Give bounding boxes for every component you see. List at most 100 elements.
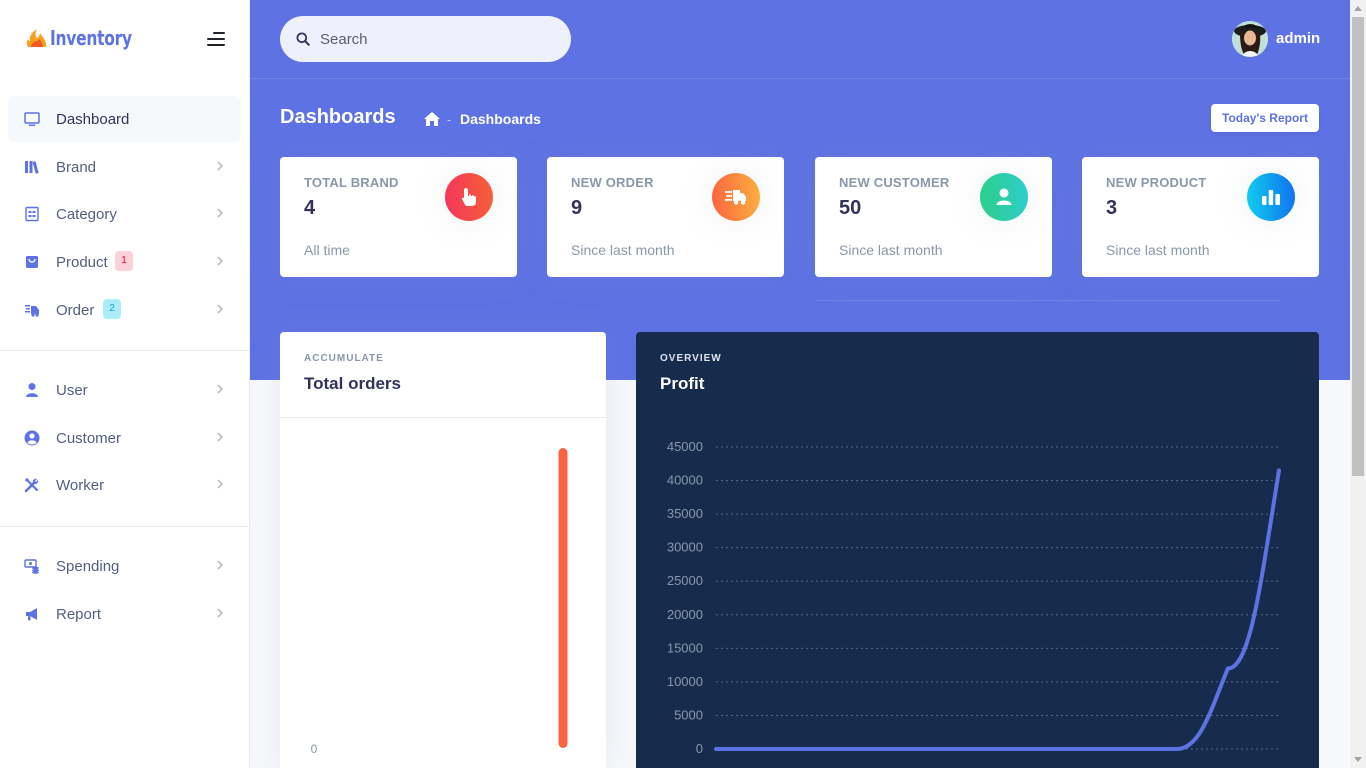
sidebar-item-label: Dashboard [56,110,130,128]
topbar-divider [250,78,1350,79]
chevron-right-icon [217,161,223,171]
scrollbar-thumb[interactable] [1352,17,1364,476]
stat-title: NEW CUSTOMER [839,175,950,190]
sidebar-item-dashboard[interactable]: Dashboard [8,96,241,142]
todays-report-button[interactable]: Today's Report [1211,104,1319,132]
app-name: Inventory [50,26,132,50]
stat-subtitle: Since last month [571,242,675,258]
user-avatar-image [1232,21,1268,57]
chevron-right-icon [217,384,223,394]
product-count-badge: 1 [115,251,133,271]
header-divider [815,300,1281,301]
stat-title: NEW PRODUCT [1106,175,1207,190]
sidebar-item-label: Spending [56,557,120,575]
sidebar-item-product[interactable]: Product 1 [8,239,241,285]
sidebar-divider [0,526,249,527]
sidebar-toggle-icon[interactable] [207,32,225,46]
money-icon [24,559,39,574]
avatar[interactable] [1232,21,1268,57]
y-tick-label: 20000 [667,607,703,622]
total-orders-card: ACCUMULATE Total orders 0 [280,332,606,768]
card-eyebrow: ACCUMULATE [304,353,384,364]
y-tick-label: 15000 [667,640,703,655]
sidebar-item-label: Order [56,301,95,319]
sidebar-item-label: User [56,381,88,399]
hand-pointer-icon [445,173,493,221]
stat-value: 3 [1106,197,1118,219]
chevron-right-icon [217,560,223,570]
breadcrumb[interactable]: Dashboards [460,111,541,127]
stat-value: 50 [839,197,862,219]
stat-card-new-order: NEW ORDER 9 Since last month [547,157,784,277]
bar-chart-icon [1247,173,1295,221]
stat-value: 4 [304,197,316,219]
stat-title: NEW ORDER [571,175,654,190]
home-icon[interactable] [424,112,440,126]
profit-card: OVERVIEW Profit 0 5000 10000 15000 20000 2500… [636,332,1319,768]
sidebar-item-label: Brand [56,158,97,176]
chevron-right-icon [217,608,223,618]
search-box[interactable] [280,16,571,62]
page-title: Dashboards [280,106,396,128]
user-circle-icon [24,430,40,446]
sidebar-divider [0,350,249,351]
breadcrumb-separator: - [447,112,452,127]
y-tick-label: 5000 [674,707,703,722]
stat-card-total-brand: TOTAL BRAND 4 All time [280,157,517,277]
category-icon [25,206,39,222]
sidebar-item-label: Category [56,205,117,223]
scroll-down-arrow-icon[interactable] [1354,757,1362,762]
scroll-up-arrow-icon[interactable] [1354,6,1362,11]
profit-chart: 0 5000 10000 15000 20000 25000 30000 35000 40000… [667,439,1281,756]
chevron-right-icon [217,304,223,314]
y-tick-label: 40000 [667,473,703,488]
chevron-right-icon [217,432,223,442]
sidebar-item-order[interactable]: Order 2 [8,287,241,333]
chevron-right-icon [217,208,223,218]
app-logo[interactable]: Inventory [26,26,145,50]
user-icon [980,173,1028,221]
sidebar-item-category[interactable]: Category [8,191,241,237]
y-tick-label: 35000 [667,506,703,521]
stat-subtitle: Since last month [839,242,943,258]
orders-bar [558,448,568,748]
sidebar-item-label: Customer [56,429,122,447]
sidebar-item-worker[interactable]: Worker [8,462,241,508]
y-tick-label: 45000 [667,439,703,454]
search-icon [296,32,310,46]
flame-logo-icon [26,29,47,47]
books-icon [25,161,39,174]
y-tick-label: 10000 [667,674,703,689]
stat-value: 9 [571,197,583,219]
sidebar-item-label: Product [56,253,108,271]
sidebar-item-brand[interactable]: Brand [8,144,241,190]
y-tick-label: 0 [696,741,703,756]
sidebar-item-spending[interactable]: Spending [8,543,241,589]
sidebar-item-user[interactable]: User [8,367,241,413]
chevron-right-icon [217,256,223,266]
y-tick-label: 30000 [667,540,703,555]
order-count-badge: 2 [103,299,121,319]
user-icon [26,383,38,397]
sidebar-item-customer[interactable]: Customer [8,415,241,461]
megaphone-icon [26,608,37,621]
search-input[interactable] [320,16,560,62]
sidebar-header: Inventory [0,0,250,78]
profit-series-line [714,468,1281,751]
y-tick-label: 25000 [667,573,703,588]
truck-icon [712,173,760,221]
user-name[interactable]: admin [1276,30,1320,47]
delivery-icon [25,305,39,317]
chevron-right-icon [217,479,223,489]
sidebar-item-label: Report [56,605,102,623]
stat-subtitle: Since last month [1106,242,1210,258]
card-title: Total orders [304,374,401,393]
shopping-bag-icon [26,256,38,268]
sidebar-item-report[interactable]: Report [8,591,241,637]
stat-title: TOTAL BRAND [304,175,399,190]
scrollbar[interactable] [1350,0,1366,768]
stat-subtitle: All time [304,242,350,258]
y-tick-label: 0 [311,742,318,756]
stat-card-new-customer: NEW CUSTOMER 50 Since last month [815,157,1052,277]
stat-card-new-product: NEW PRODUCT 3 Since last month [1082,157,1319,277]
